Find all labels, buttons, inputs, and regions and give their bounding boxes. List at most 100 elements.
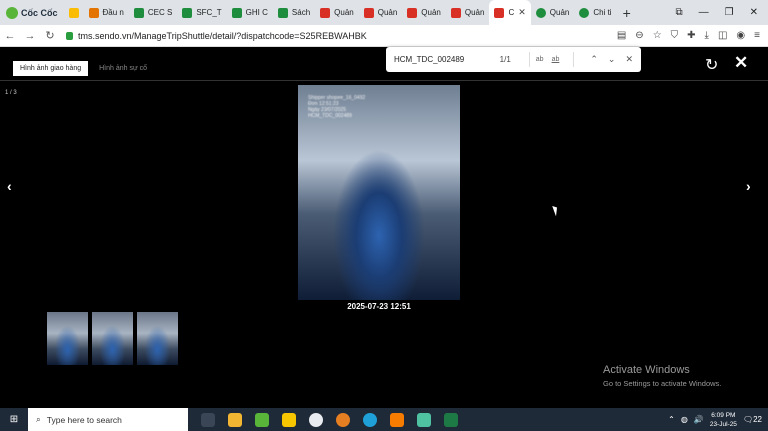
sheets-icon [88, 7, 99, 18]
taskbar-search[interactable]: ⌕ Type here to search [28, 408, 188, 431]
drive-icon [68, 7, 79, 18]
search-placeholder: Type here to search [46, 414, 122, 425]
zoom-icon[interactable]: ⊖ [635, 30, 643, 41]
tab-incident-images[interactable]: Hình ảnh sự cố [92, 61, 154, 76]
task-view-icon[interactable] [201, 412, 215, 427]
thumbnail[interactable] [137, 312, 178, 365]
profile-icon[interactable]: ◉ [736, 30, 745, 41]
coccoc-logo-icon [6, 6, 18, 19]
browser-tab[interactable]: Đầu n [84, 0, 129, 25]
notification-count: 22 [753, 415, 762, 424]
clock[interactable]: 6:09 PM 23-Jul-25 [710, 411, 737, 429]
browser-tab[interactable]: Quản [531, 0, 575, 25]
divider [0, 80, 768, 81]
download-icon[interactable]: ⤓ [705, 30, 709, 41]
find-previous-icon[interactable]: ⌃ [590, 54, 598, 65]
app-icon[interactable] [390, 412, 404, 427]
browser-tab-active[interactable]: C ✕ [489, 0, 531, 25]
search-icon: ⌕ [36, 414, 41, 424]
delivery-photo: Shipper shopee_16_0492 Đơn 12:51:23 Ngày… [298, 85, 460, 300]
image-counter: 1 / 3 [5, 90, 17, 96]
sendo-icon [450, 7, 461, 18]
sheets-icon [231, 7, 242, 18]
browser-tab-bar: Cốc Cốc Đầu n CEC S SFC_T GHI C Sách Quả… [0, 0, 768, 25]
thumbnail[interactable] [47, 312, 88, 365]
new-tab-icon[interactable]: + [617, 5, 637, 21]
close-tab-icon[interactable]: ✕ [518, 7, 526, 18]
address-bar: ← → ↻ tms.sendo.vn/ManageTripShuttle/det… [0, 25, 768, 47]
windows-start-icon[interactable]: ⊞ [0, 414, 28, 425]
image-type-tabs: Hình ảnh giao hàng Hình ảnh sự cố [13, 61, 154, 76]
sheets-icon [182, 7, 193, 18]
match-case-toggle[interactable]: ab [536, 56, 544, 63]
image-viewer: Hình ảnh giao hàng Hình ảnh sự cố 1 / 3 … [0, 47, 768, 408]
tray-expand-icon[interactable]: ⌃ [668, 415, 675, 424]
thumbnail[interactable] [92, 312, 133, 365]
browser-tab[interactable]: Quản [446, 0, 490, 25]
edge-icon[interactable] [363, 412, 377, 427]
close-window-icon[interactable]: ✕ [750, 7, 758, 18]
back-icon[interactable]: ← [0, 30, 20, 42]
tab-delivery-images[interactable]: Hình ảnh giao hàng [13, 61, 89, 76]
divider [573, 52, 575, 67]
rotate-icon[interactable]: ↻ [705, 55, 718, 75]
reader-icon[interactable]: ▤ [617, 30, 626, 41]
photo-stamp: Shipper shopee_16_0492 Đơn 12:51:23 Ngày… [308, 95, 366, 119]
browser-tab[interactable]: SFC_T [177, 0, 226, 25]
maximize-icon[interactable]: ❐ [725, 7, 734, 18]
toolbar-icons: ▤ ⊖ ☆ ⛉ ✚ ⤓ ◫ ◉ ≡ [617, 30, 768, 41]
divider [528, 52, 530, 67]
app-icon[interactable] [417, 412, 431, 427]
screenshot-icon[interactable]: ⧉ [676, 7, 683, 18]
browser-tab[interactable]: CEC S [129, 0, 177, 25]
chrome-icon[interactable] [309, 412, 323, 427]
browser-tab[interactable]: Chi ti [574, 0, 616, 25]
menu-icon[interactable]: ≡ [754, 30, 760, 41]
browser-tab[interactable]: Quản [315, 0, 359, 25]
url-field[interactable]: tms.sendo.vn/ManageTripShuttle/detail/?d… [66, 31, 367, 41]
system-tray: ⌃ ◍ 🔊 6:09 PM 23-Jul-25 🗨22 [668, 411, 768, 429]
url-text: tms.sendo.vn/ManageTripShuttle/detail/?d… [78, 30, 367, 41]
sticky-notes-icon[interactable] [282, 412, 296, 427]
sendo-icon [320, 7, 331, 18]
extensions-icon[interactable]: ✚ [687, 30, 695, 41]
network-icon[interactable]: ◍ [681, 415, 688, 424]
volume-icon[interactable]: 🔊 [694, 415, 704, 424]
whole-word-toggle[interactable]: ab [552, 56, 560, 63]
brand-label: Cốc Cốc [21, 7, 58, 18]
next-arrow-icon[interactable]: › [746, 178, 751, 194]
notification-icon[interactable]: 🗨22 [743, 415, 762, 424]
forward-icon[interactable]: → [20, 30, 40, 42]
sendo-icon [363, 7, 374, 18]
browser-tab[interactable] [64, 0, 84, 25]
find-close-icon[interactable]: ✕ [625, 54, 633, 65]
browser-brand[interactable]: Cốc Cốc [0, 0, 64, 25]
close-icon[interactable]: ✕ [734, 53, 748, 73]
find-next-icon[interactable]: ⌄ [608, 54, 616, 65]
sheets-icon [277, 7, 288, 18]
bookmark-star-icon[interactable]: ☆ [653, 30, 662, 41]
browser-tab[interactable]: GHI C [227, 0, 273, 25]
file-explorer-icon[interactable] [228, 412, 242, 427]
mouse-cursor-icon [552, 204, 560, 217]
window-controls: ⧉ — ❐ ✕ [676, 7, 768, 18]
coccoc-taskbar-icon[interactable] [255, 412, 269, 427]
find-input[interactable]: HCM_TDC_002489 [394, 55, 500, 64]
previous-arrow-icon[interactable]: ‹ [7, 178, 12, 194]
sendo-icon [494, 7, 505, 18]
browser-tab[interactable]: Quản [359, 0, 403, 25]
app-icon[interactable] [336, 412, 350, 427]
browser-tab[interactable]: Sách [273, 0, 315, 25]
sheets-icon [133, 7, 144, 18]
site-icon [535, 7, 546, 18]
shield-icon[interactable]: ⛉ [671, 30, 679, 41]
minimize-icon[interactable]: — [699, 7, 709, 18]
sidebar-icon[interactable]: ◫ [718, 30, 727, 41]
excel-icon[interactable] [444, 412, 458, 427]
windows-taskbar: ⊞ ⌕ Type here to search ⌃ ◍ 🔊 6:09 PM 23… [0, 408, 768, 431]
find-count: 1/1 [499, 55, 511, 64]
lock-icon [66, 31, 73, 40]
reload-icon[interactable]: ↻ [40, 29, 60, 42]
browser-tab[interactable]: Quản [402, 0, 446, 25]
sendo-icon [407, 7, 418, 18]
